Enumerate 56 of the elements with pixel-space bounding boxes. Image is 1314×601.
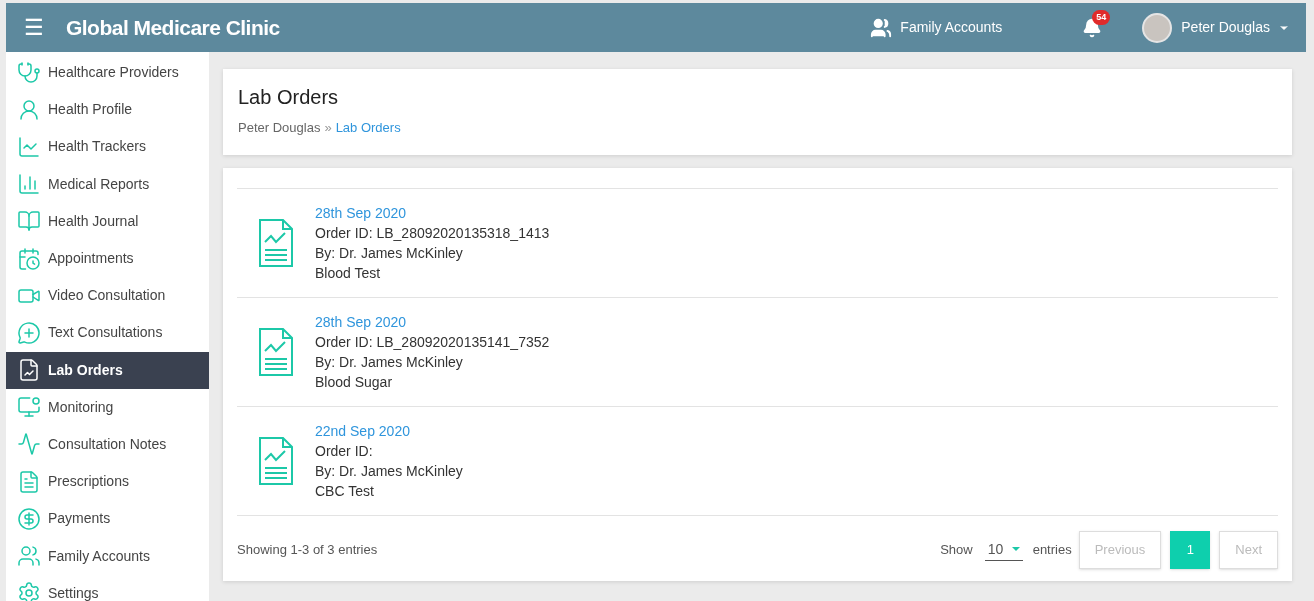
- breadcrumb-link[interactable]: Peter Douglas: [238, 118, 321, 138]
- entries-label: entries: [1032, 540, 1072, 559]
- line-chart-icon: [17, 134, 41, 159]
- sidebar-item[interactable]: Health Trackers: [6, 128, 209, 166]
- sidebar-item[interactable]: Settings: [6, 574, 209, 601]
- order-id: Order ID: LB_28092020135141_7352: [315, 332, 550, 352]
- sidebar-item[interactable]: Family Accounts: [6, 537, 209, 575]
- caret-icon: [1011, 547, 1020, 551]
- people-icon: [870, 16, 893, 39]
- ordered-by: By: Dr. James McKinley: [315, 243, 464, 263]
- user-icon: [17, 97, 41, 122]
- page-title: Lab Orders: [238, 85, 340, 110]
- order-id: Order ID:: [315, 441, 374, 461]
- sidebar-item[interactable]: Medical Reports: [6, 165, 209, 203]
- menu-button[interactable]: ☰: [22, 11, 46, 44]
- entries-summary: Showing 1-3 of 3 entries: [237, 540, 378, 559]
- sidebar-item[interactable]: Monitoring: [6, 388, 209, 426]
- notification-badge: 54: [1092, 9, 1111, 25]
- breadcrumb-separator: »: [324, 119, 332, 137]
- sidebar-item[interactable]: Health Journal: [6, 202, 209, 240]
- sidebar-item[interactable]: Consultation Notes: [6, 425, 209, 464]
- sidebar-item[interactable]: Text Consultations: [6, 314, 209, 352]
- document-chart-icon: [17, 358, 41, 383]
- user-menu[interactable]: Peter Douglas: [1181, 17, 1290, 38]
- order-id: Order ID: LB_28092020135318_1413: [315, 223, 550, 243]
- test-name: CBC Test: [315, 481, 375, 501]
- stethoscope-icon: [17, 60, 41, 85]
- sidebar-item[interactable]: Video Consultation: [6, 277, 209, 315]
- page-size-select[interactable]: 10: [984, 538, 1023, 561]
- people-icon: [17, 544, 41, 569]
- avatar: [1142, 12, 1173, 43]
- ordered-by: By: Dr. James McKinley: [315, 461, 463, 481]
- monitor-icon: [17, 395, 41, 420]
- app-title: Global Medicare Clinic: [66, 14, 280, 41]
- pulse-icon: [17, 432, 41, 457]
- book-icon: [17, 209, 41, 234]
- family-accounts-link[interactable]: Family Accounts: [870, 16, 1003, 39]
- sidebar-item[interactable]: Appointments: [6, 239, 209, 278]
- sidebar-item[interactable]: Prescriptions: [6, 463, 209, 501]
- ordered-by: By: Dr. James McKinley: [315, 352, 464, 372]
- sidebar-item[interactable]: Healthcare Providers: [6, 54, 209, 92]
- document-chart-icon: [257, 325, 295, 378]
- chat-icon: [17, 320, 41, 345]
- bar-chart-icon: [17, 172, 41, 197]
- sidebar-item[interactable]: Lab Orders: [6, 351, 209, 389]
- show-label: Show: [940, 540, 973, 559]
- test-name: Blood Test: [315, 263, 382, 283]
- settings-icon: [17, 581, 41, 601]
- sidebar-item[interactable]: Health Profile: [6, 91, 209, 129]
- document-icon: [17, 469, 41, 494]
- sidebar-item[interactable]: Payments: [6, 500, 209, 538]
- document-chart-icon: [257, 434, 295, 487]
- document-chart-icon: [257, 216, 295, 269]
- dollar-icon: [17, 506, 41, 531]
- test-name: Blood Sugar: [315, 372, 394, 392]
- calendar-icon: [17, 246, 41, 271]
